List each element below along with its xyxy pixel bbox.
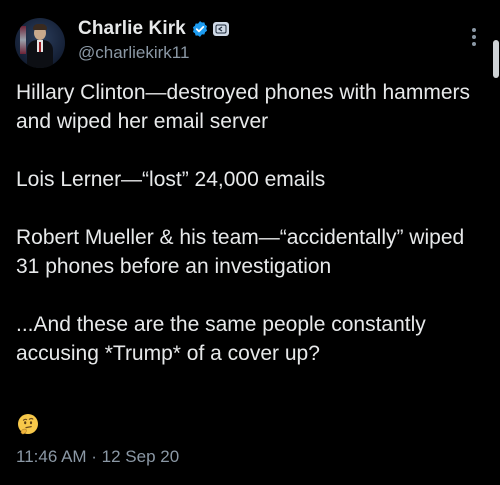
author-handle[interactable]: @charliekirk11: [78, 43, 189, 63]
verified-badge-icon: [191, 20, 209, 38]
scrollbar-thumb[interactable]: [493, 40, 499, 78]
more-options-icon[interactable]: [468, 26, 480, 48]
author-display-name[interactable]: Charlie Kirk: [78, 18, 186, 40]
tweet-paragraph: ...And these are the same people constan…: [16, 313, 432, 365]
tweet-timestamp[interactable]: 11:46 AM · 12 Sep 20: [16, 447, 179, 467]
tweet-paragraph: Robert Mueller & his team—“accidentally”…: [16, 226, 471, 278]
avatar-hair: [33, 24, 47, 30]
tweet-card: Charlie Kirk @charliekirk11 Hillary Clin…: [0, 0, 500, 485]
affiliation-badge-icon[interactable]: [212, 22, 229, 36]
tweet-body: Hillary Clinton—destroyed phones with ha…: [16, 78, 488, 397]
avatar-tie: [39, 42, 41, 52]
avatar-flag: [20, 26, 26, 54]
avatar[interactable]: [15, 18, 65, 68]
tweet-paragraph: Hillary Clinton—destroyed phones with ha…: [16, 81, 476, 133]
thinking-face-emoji: [16, 412, 40, 436]
author-name-row: Charlie Kirk: [78, 17, 229, 41]
tweet-paragraph: Lois Lerner—“lost” 24,000 emails: [16, 168, 326, 191]
